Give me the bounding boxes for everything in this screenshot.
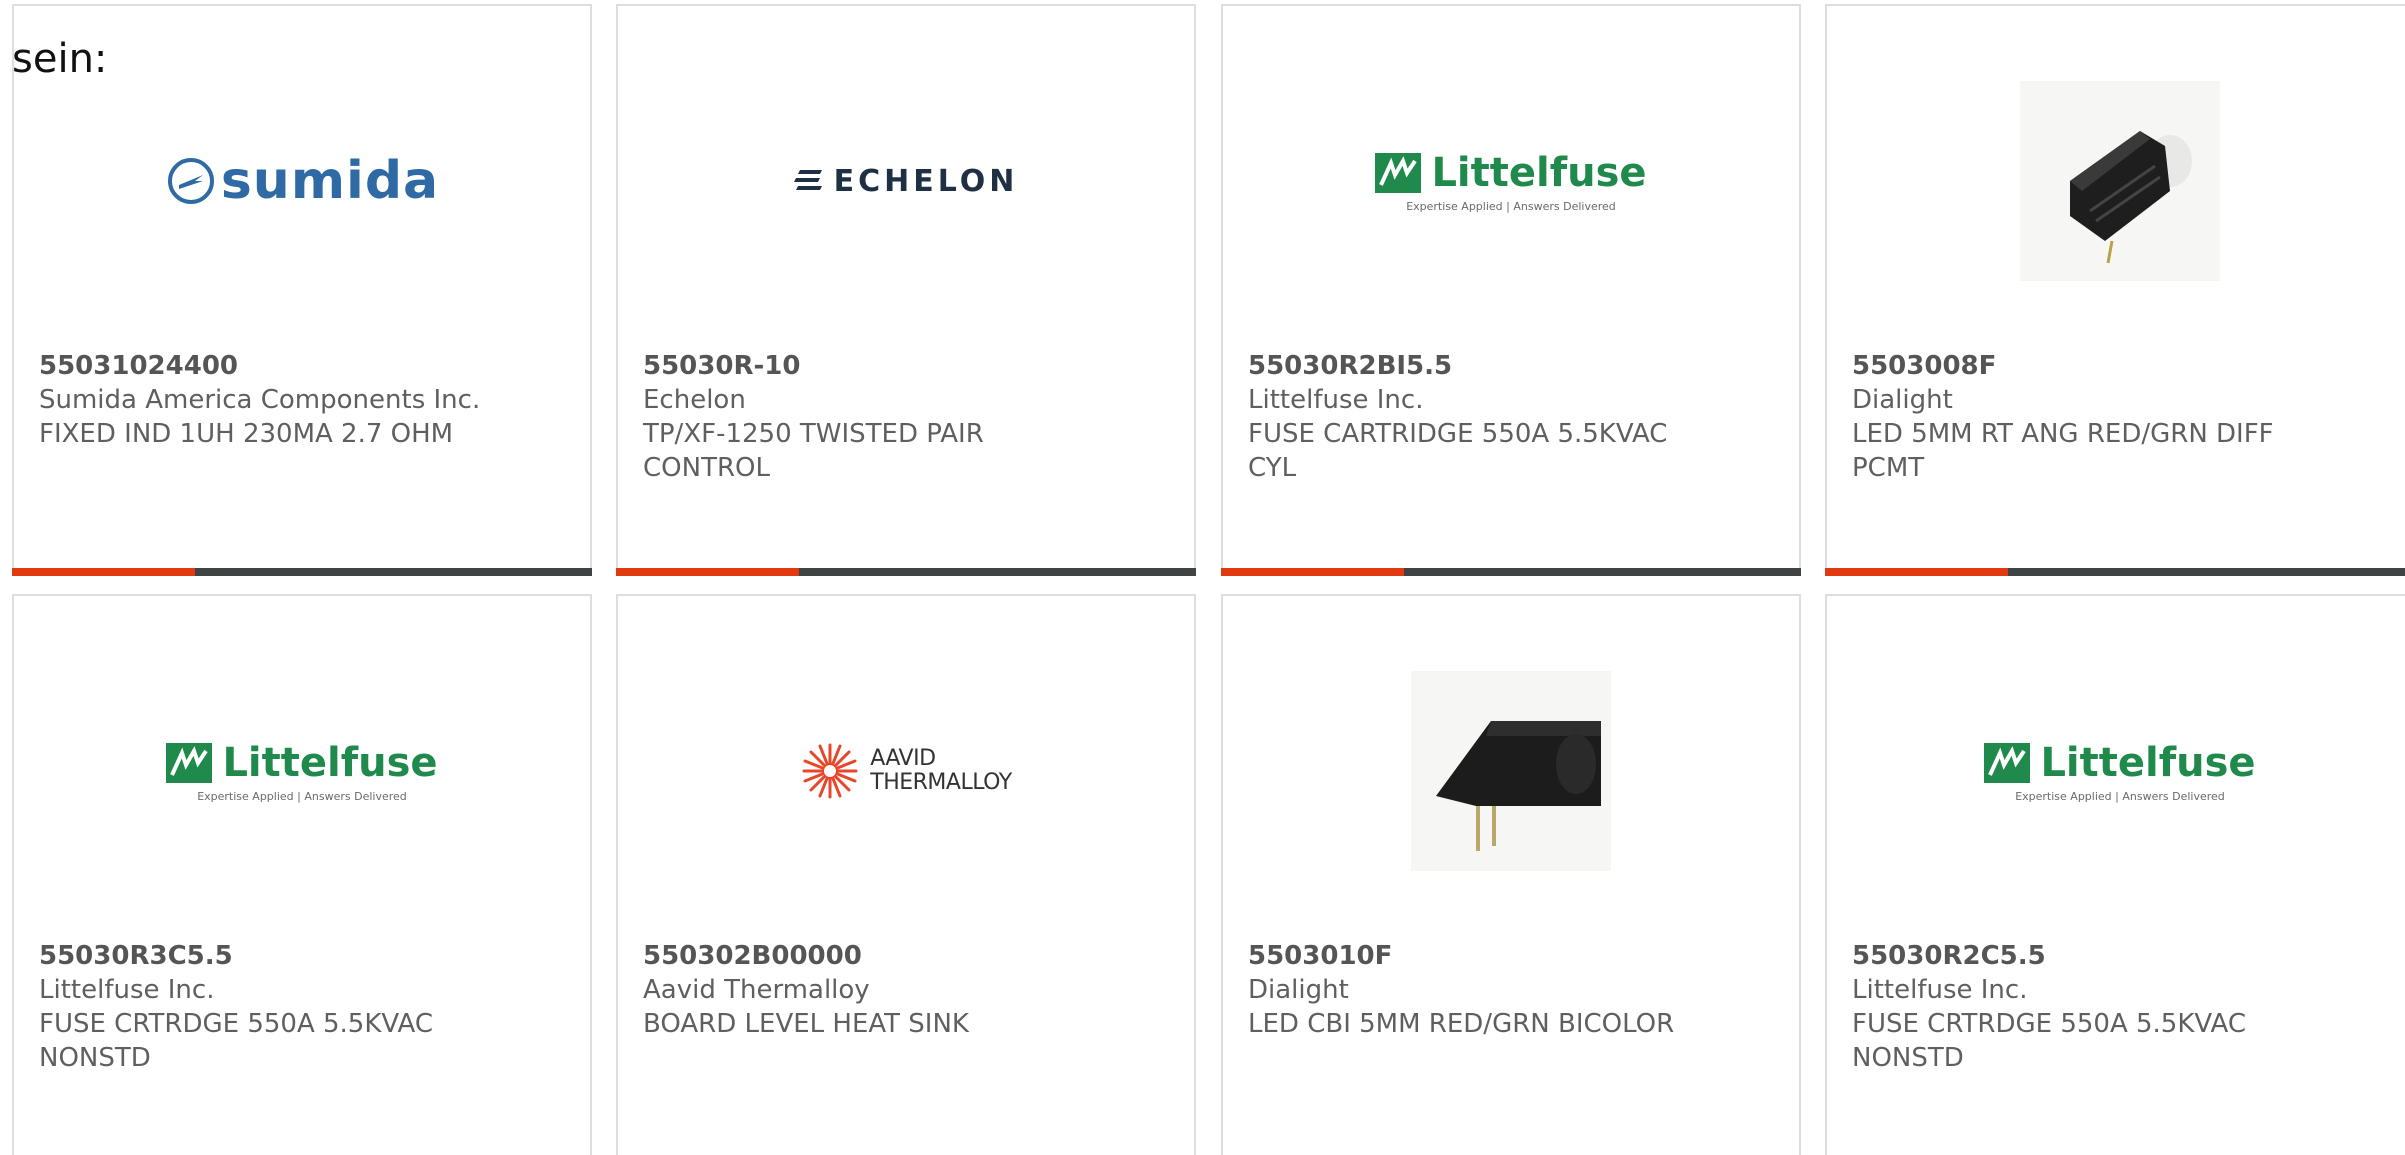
part-number[interactable]: 55030R2C5.5 — [1852, 939, 2393, 973]
product-info: 5503008F Dialight LED 5MM RT ANG RED/GRN… — [1852, 349, 2393, 485]
manufacturer-logo: Littelfuse Expertise Applied | Answers D… — [14, 656, 590, 886]
littelfuse-mark-icon — [1984, 742, 2031, 783]
intro-text: sein: — [12, 36, 108, 82]
product-description: LED CBI 5MM RED/GRN BICOLOR — [1248, 1009, 1675, 1039]
product-card[interactable]: ECHELON 55030R-10 Echelon TP/XF-1250 TWI… — [616, 4, 1196, 576]
part-number[interactable]: 55030R-10 — [643, 349, 1174, 383]
manufacturer-name: Littelfuse Inc. — [1248, 385, 1424, 415]
product-description: FUSE CRTRDGE 550A 5.5KVAC NONSTD — [39, 1009, 433, 1073]
littelfuse-logo-text: Littelfuse — [222, 739, 438, 786]
product-info: 5503010F Dialight LED CBI 5MM RED/GRN BI… — [1248, 939, 1779, 1041]
manufacturer-name: Sumida America Components Inc. — [39, 385, 481, 415]
product-card[interactable]: AAVID THERMALLOY 550302B00000 Aavid Ther… — [616, 594, 1196, 1155]
part-number[interactable]: 550302B00000 — [643, 939, 1174, 973]
echelon-logo: ECHELON — [793, 163, 1019, 199]
card-bottom-bar — [12, 568, 592, 576]
product-info: 550302B00000 Aavid Thermalloy BOARD LEVE… — [643, 939, 1174, 1041]
card-accent-bar — [616, 568, 799, 576]
manufacturer-name: Dialight — [1852, 385, 1953, 415]
echelon-mark-icon — [793, 170, 822, 190]
manufacturer-logo: AAVID THERMALLOY — [618, 656, 1194, 886]
card-bottom-bar — [1825, 568, 2405, 576]
product-image — [1827, 66, 2405, 296]
product-description: FUSE CARTRIDGE 550A 5.5KVAC CYL — [1248, 419, 1668, 483]
sumida-mark-icon — [167, 158, 214, 204]
echelon-logo-text: ECHELON — [833, 163, 1019, 199]
led-cbi-photo — [1411, 671, 1611, 871]
part-number[interactable]: 55031024400 — [39, 349, 570, 383]
product-description: FIXED IND 1UH 230MA 2.7 OHM — [39, 419, 454, 449]
manufacturer-logo: Littelfuse Expertise Applied | Answers D… — [1223, 66, 1799, 296]
manufacturer-logo: ECHELON — [618, 66, 1194, 296]
led-right-angle-photo — [2020, 81, 2220, 281]
product-info: 55030R-10 Echelon TP/XF-1250 TWISTED PAI… — [643, 349, 1174, 485]
manufacturer-logo: sumida — [14, 66, 590, 296]
product-info: 55030R2C5.5 Littelfuse Inc. FUSE CRTRDGE… — [1852, 939, 2393, 1075]
manufacturer-name: Littelfuse Inc. — [1852, 975, 2028, 1005]
littelfuse-tagline: Expertise Applied | Answers Delivered — [197, 789, 407, 803]
part-number[interactable]: 5503010F — [1248, 939, 1779, 973]
part-number[interactable]: 55030R2BI5.5 — [1248, 349, 1779, 383]
led-component-icon — [1436, 721, 1601, 851]
card-bottom-bar — [616, 568, 1196, 576]
littelfuse-mark-icon — [1375, 152, 1422, 193]
aavid-logo-line2: THERMALLOY — [870, 770, 1012, 795]
part-number[interactable]: 55030R3C5.5 — [39, 939, 570, 973]
card-bottom-bar — [1221, 568, 1801, 576]
product-description: FUSE CRTRDGE 550A 5.5KVAC NONSTD — [1852, 1009, 2246, 1073]
part-number[interactable]: 5503008F — [1852, 349, 2393, 383]
product-card[interactable]: sumida 55031024400 Sumida America Compon… — [12, 4, 592, 576]
product-image — [1223, 656, 1799, 886]
littelfuse-tagline: Expertise Applied | Answers Delivered — [2015, 789, 2225, 803]
led-component-icon — [2070, 131, 2192, 264]
product-description: LED 5MM RT ANG RED/GRN DIFF PCMT — [1852, 419, 2274, 483]
product-card[interactable]: 5503010F Dialight LED CBI 5MM RED/GRN BI… — [1221, 594, 1801, 1155]
card-accent-bar — [1221, 568, 1404, 576]
littelfuse-logo: Littelfuse Expertise Applied | Answers D… — [166, 739, 438, 803]
littelfuse-logo: Littelfuse Expertise Applied | Answers D… — [1375, 149, 1647, 213]
product-description: TP/XF-1250 TWISTED PAIR CONTROL — [643, 419, 984, 483]
manufacturer-name: Dialight — [1248, 975, 1349, 1005]
product-info: 55030R3C5.5 Littelfuse Inc. FUSE CRTRDGE… — [39, 939, 570, 1075]
card-accent-bar — [1825, 568, 2008, 576]
manufacturer-logo: Littelfuse Expertise Applied | Answers D… — [1827, 656, 2405, 886]
aavid-burst-icon — [802, 743, 858, 799]
manufacturer-name: Littelfuse Inc. — [39, 975, 215, 1005]
product-card[interactable]: Littelfuse Expertise Applied | Answers D… — [1221, 4, 1801, 576]
littelfuse-mark-icon — [166, 742, 213, 783]
sumida-logo: sumida — [165, 151, 439, 211]
manufacturer-name: Echelon — [643, 385, 746, 415]
product-card[interactable]: Littelfuse Expertise Applied | Answers D… — [1825, 594, 2405, 1155]
littelfuse-logo-text: Littelfuse — [1431, 149, 1647, 196]
product-card[interactable]: Littelfuse Expertise Applied | Answers D… — [12, 594, 592, 1155]
aavid-logo: AAVID THERMALLOY — [800, 741, 1012, 801]
product-info: 55031024400 Sumida America Components In… — [39, 349, 570, 451]
product-grid-page: sein: sumida 55031024400 Sumida America … — [0, 0, 2405, 1155]
product-card[interactable]: 5503008F Dialight LED 5MM RT ANG RED/GRN… — [1825, 4, 2405, 576]
sumida-logo-text: sumida — [220, 151, 440, 211]
product-info: 55030R2BI5.5 Littelfuse Inc. FUSE CARTRI… — [1248, 349, 1779, 485]
manufacturer-name: Aavid Thermalloy — [643, 975, 870, 1005]
aavid-logo-line1: AAVID — [870, 746, 936, 771]
littelfuse-logo: Littelfuse Expertise Applied | Answers D… — [1984, 739, 2256, 803]
littelfuse-logo-text: Littelfuse — [2040, 739, 2256, 786]
product-description: BOARD LEVEL HEAT SINK — [643, 1009, 969, 1039]
card-accent-bar — [12, 568, 195, 576]
littelfuse-tagline: Expertise Applied | Answers Delivered — [1406, 199, 1616, 213]
